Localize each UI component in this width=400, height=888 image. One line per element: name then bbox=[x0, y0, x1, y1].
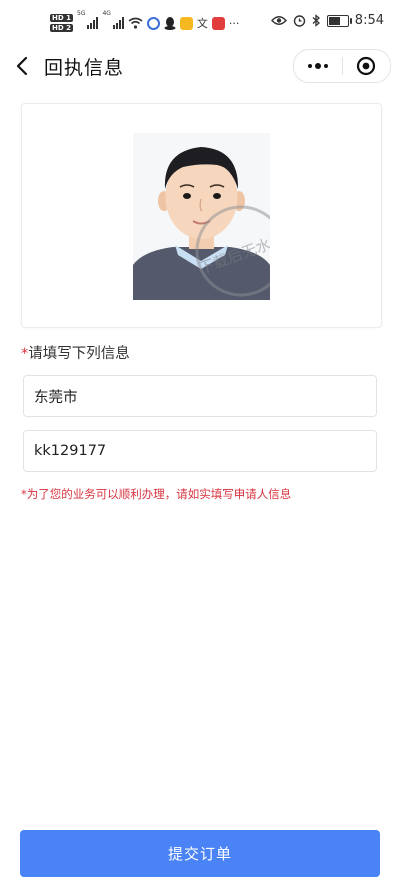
nav-bar: 回执信息 bbox=[0, 44, 400, 88]
translate-icon: 文 bbox=[196, 17, 208, 30]
wifi-icon bbox=[128, 17, 143, 29]
hd-badge-1: HD 1 bbox=[50, 14, 73, 22]
child-id-photo: 下载后无水印 bbox=[133, 133, 270, 300]
battery-icon bbox=[326, 14, 352, 27]
more-dots: ··· bbox=[228, 16, 240, 30]
status-left: HD 1 HD 2 5G 4G 文 ··· bbox=[50, 10, 239, 36]
signal-icon-2 bbox=[112, 17, 124, 29]
miniprogram-capsule bbox=[293, 49, 391, 83]
signal-icon bbox=[87, 17, 99, 29]
eye-icon bbox=[270, 16, 287, 25]
target-icon bbox=[357, 56, 376, 76]
back-button[interactable] bbox=[8, 52, 36, 80]
browser-icon bbox=[146, 16, 160, 30]
section-label: *请填写下列信息 bbox=[21, 342, 130, 363]
status-time: 8:54 bbox=[354, 13, 384, 28]
page-title: 回执信息 bbox=[44, 57, 125, 79]
more-icon bbox=[307, 63, 328, 69]
alarm-icon bbox=[293, 15, 305, 27]
submit-order-button[interactable]: 提交订单 bbox=[20, 830, 380, 877]
section-label-text: 请填写下列信息 bbox=[28, 346, 130, 362]
qq-icon bbox=[164, 16, 176, 30]
photo-illustration: 下载后无水印 bbox=[133, 133, 270, 300]
network-label-1: 5G bbox=[76, 10, 86, 17]
status-right: 8:54 bbox=[270, 13, 384, 28]
network-label-2: 4G bbox=[102, 10, 111, 17]
hd-badge-2: HD 2 bbox=[50, 24, 73, 32]
hd-badges: HD 1 HD 2 bbox=[50, 14, 73, 32]
notice-text: *为了您的业务可以顺利办理，请如实填写申请人信息 bbox=[21, 487, 292, 501]
photo-card: 下载后无水印 bbox=[21, 103, 382, 328]
status-bar: HD 1 HD 2 5G 4G 文 ··· 8:54 bbox=[0, 0, 400, 44]
city-field[interactable] bbox=[23, 375, 377, 417]
bluetooth-icon bbox=[312, 14, 320, 27]
close-miniprogram-button[interactable] bbox=[343, 50, 391, 82]
chevron-left-icon bbox=[16, 56, 28, 76]
red-app-icon bbox=[211, 16, 225, 30]
game-app-icon bbox=[179, 16, 193, 30]
code-field[interactable] bbox=[23, 430, 377, 472]
more-button[interactable] bbox=[294, 50, 342, 82]
